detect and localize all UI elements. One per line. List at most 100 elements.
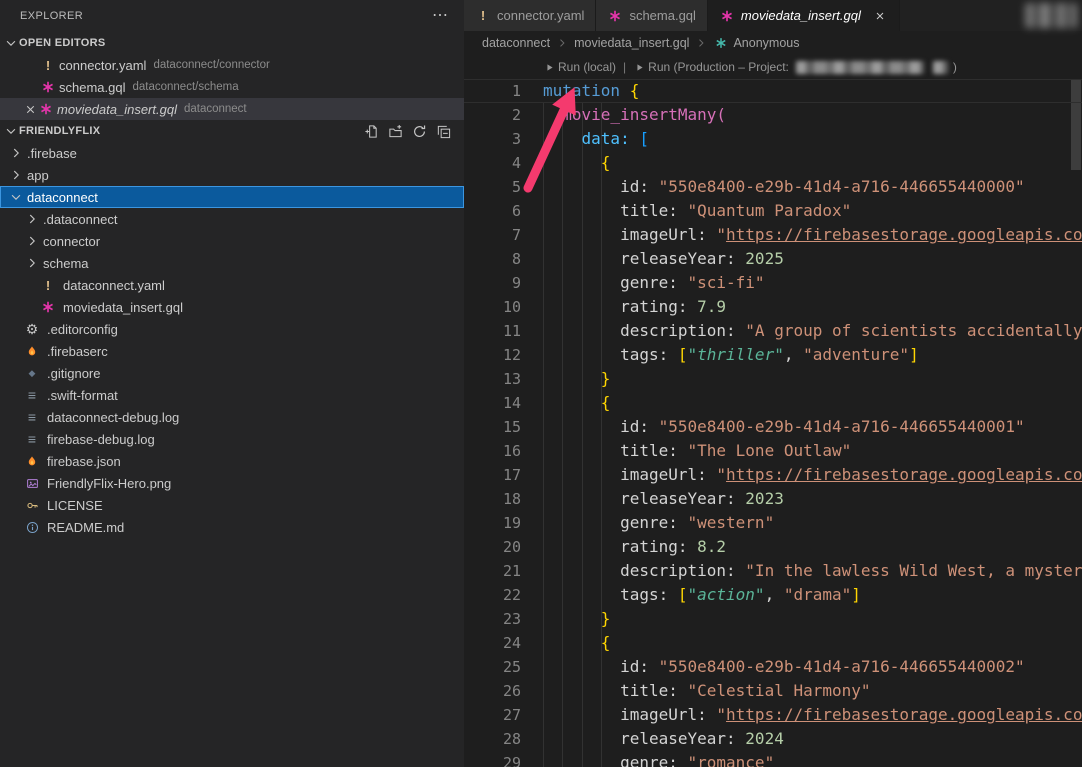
open-editors-title: OPEN EDITORS <box>19 37 106 49</box>
breadcrumb-item-dataconnect[interactable]: dataconnect <box>480 36 552 50</box>
code-line-15[interactable]: 15 id: "550e8400-e29b-41d4-a716-44665544… <box>464 415 1082 439</box>
code-line-24[interactable]: 24 { <box>464 631 1082 655</box>
line-number: 16 <box>464 439 521 463</box>
tree-item-app[interactable]: app <box>0 164 464 186</box>
tree-item-gitignore[interactable]: ◆.gitignore <box>0 362 464 384</box>
line-number: 4 <box>464 151 521 175</box>
tree-item-label: dataconnect <box>27 190 98 205</box>
tree-item-friendlyflix-hero-png[interactable]: FriendlyFlix-Hero.png <box>0 472 464 494</box>
breadcrumb-item-anonymous[interactable]: Anonymous <box>731 36 801 50</box>
open-editor-schema-gql[interactable]: schema.gql dataconnect/schema <box>0 76 464 98</box>
tree-item-label: .firebaserc <box>47 344 108 359</box>
new-folder-icon[interactable] <box>387 123 404 140</box>
tree-item-editorconfig[interactable]: ⚙.editorconfig <box>0 318 464 340</box>
code-line-11[interactable]: 11 description: "A group of scientists a… <box>464 319 1082 343</box>
codelens-run-production[interactable]: Run (Production – Project:) <box>633 60 957 74</box>
refresh-icon[interactable] <box>411 123 428 140</box>
open-editor-moviedata-insert-gql[interactable]: moviedata_insert.gql dataconnect <box>0 98 464 120</box>
code-line-16[interactable]: 16 title: "The Lone Outlaw" <box>464 439 1082 463</box>
code-line-12[interactable]: 12 tags: ["thriller", "adventure"] <box>464 343 1082 367</box>
open-editors-section-header[interactable]: OPEN EDITORS <box>0 32 464 54</box>
more-actions-icon[interactable]: ⋯ <box>432 8 448 24</box>
code-line-18[interactable]: 18 releaseYear: 2023 <box>464 487 1082 511</box>
close-tab-icon[interactable] <box>872 8 888 24</box>
code-line-8[interactable]: 8 releaseYear: 2025 <box>464 247 1082 271</box>
code-line-7[interactable]: 7 imageUrl: "https://firebasestorage.goo… <box>464 223 1082 247</box>
line-number: 23 <box>464 607 521 631</box>
vscode-window: EXPLORER ⋯ OPEN EDITORS ! connector.yaml… <box>0 0 1082 767</box>
code-line-26[interactable]: 26 title: "Celestial Harmony" <box>464 679 1082 703</box>
code-line-9[interactable]: 9 genre: "sci-fi" <box>464 271 1082 295</box>
code-line-22[interactable]: 22 tags: ["action", "drama"] <box>464 583 1082 607</box>
tab-connector-yaml[interactable]: ! connector.yaml <box>464 0 596 31</box>
workspace-title: FRIENDLYFLIX <box>19 125 100 137</box>
tree-item-license[interactable]: LICENSE <box>0 494 464 516</box>
code-line-4[interactable]: 4 { <box>464 151 1082 175</box>
code-line-13[interactable]: 13 } <box>464 367 1082 391</box>
code-line-content: } <box>543 607 610 631</box>
code-line-content: title: "Celestial Harmony" <box>543 679 871 703</box>
tree-item-label: schema <box>43 256 89 271</box>
tree-item-firebaserc[interactable]: .firebaserc <box>0 340 464 362</box>
codelens-divider: | <box>621 60 628 74</box>
workspace-section-header[interactable]: FRIENDLYFLIX <box>0 120 464 142</box>
code-line-17[interactable]: 17 imageUrl: "https://firebasestorage.go… <box>464 463 1082 487</box>
tree-item-firebase[interactable]: .firebase <box>0 142 464 164</box>
code-line-content: releaseYear: 2023 <box>543 487 784 511</box>
code-line-content: } <box>543 367 610 391</box>
warning-icon: ! <box>40 57 56 73</box>
tree-item-swift-format[interactable]: ≡.swift-format <box>0 384 464 406</box>
graphql-icon <box>607 8 623 24</box>
code-line-content: { <box>543 151 610 175</box>
tree-item-moviedata-insert-gql[interactable]: moviedata_insert.gql <box>0 296 464 318</box>
code-line-29[interactable]: 29 genre: "romance" <box>464 751 1082 767</box>
open-editors-list: ! connector.yaml dataconnect/connector s… <box>0 54 464 120</box>
tree-item-dataconnect[interactable]: dataconnect <box>0 186 464 208</box>
code-line-content: title: "The Lone Outlaw" <box>543 439 851 463</box>
line-number: 8 <box>464 247 521 271</box>
code-line-6[interactable]: 6 title: "Quantum Paradox" <box>464 199 1082 223</box>
code-line-20[interactable]: 20 rating: 8.2 <box>464 535 1082 559</box>
code-line-1[interactable]: 1mutation { <box>464 79 1082 103</box>
close-slot <box>22 57 40 73</box>
tree-item-firebase-debug-log[interactable]: ≡firebase-debug.log <box>0 428 464 450</box>
code-line-21[interactable]: 21 description: "In the lawless Wild Wes… <box>464 559 1082 583</box>
code-line-content: releaseYear: 2025 <box>543 247 784 271</box>
tree-item-label: firebase.json <box>47 454 121 469</box>
code-line-content: tags: ["thriller", "adventure"] <box>543 343 919 367</box>
code-line-content: imageUrl: "https://firebasestorage.googl… <box>543 463 1082 487</box>
play-icon <box>633 61 645 73</box>
open-editor-connector-yaml[interactable]: ! connector.yaml dataconnect/connector <box>0 54 464 76</box>
tree-item-readme-md[interactable]: README.md <box>0 516 464 538</box>
tree-item-dataconnect-debug-log[interactable]: ≡dataconnect-debug.log <box>0 406 464 428</box>
tree-item-connector[interactable]: connector <box>0 230 464 252</box>
code-line-content: data: [ <box>543 127 649 151</box>
code-line-23[interactable]: 23 } <box>464 607 1082 631</box>
tree-item-schema[interactable]: schema <box>0 252 464 274</box>
tree-item-firebase-json[interactable]: firebase.json <box>0 450 464 472</box>
collapse-all-icon[interactable] <box>435 123 452 140</box>
code-line-3[interactable]: 3 data: [ <box>464 127 1082 151</box>
code-line-19[interactable]: 19 genre: "western" <box>464 511 1082 535</box>
code-line-25[interactable]: 25 id: "550e8400-e29b-41d4-a716-44665544… <box>464 655 1082 679</box>
code-line-5[interactable]: 5 id: "550e8400-e29b-41d4-a716-446655440… <box>464 175 1082 199</box>
tree-item-dataconnect[interactable]: .dataconnect <box>0 208 464 230</box>
code-line-10[interactable]: 10 rating: 7.9 <box>464 295 1082 319</box>
code-line-content: tags: ["action", "drama"] <box>543 583 861 607</box>
codelens-run-local[interactable]: Run (local) <box>543 60 616 74</box>
code-line-content: mutation { <box>543 79 639 103</box>
line-number: 25 <box>464 655 521 679</box>
breadcrumb-item-moviedata-insert-gql[interactable]: moviedata_insert.gql <box>572 36 691 50</box>
code-line-28[interactable]: 28 releaseYear: 2024 <box>464 727 1082 751</box>
code-line-27[interactable]: 27 imageUrl: "https://firebasestorage.go… <box>464 703 1082 727</box>
line-number: 29 <box>464 751 521 767</box>
tab-moviedata-insert-gql[interactable]: moviedata_insert.gql <box>708 0 900 31</box>
new-file-icon[interactable] <box>363 123 380 140</box>
code-line-2[interactable]: 2 movie_insertMany( <box>464 103 1082 127</box>
tree-item-dataconnect-yaml[interactable]: !dataconnect.yaml <box>0 274 464 296</box>
line-number: 20 <box>464 535 521 559</box>
code-line-14[interactable]: 14 { <box>464 391 1082 415</box>
close-editor-icon[interactable] <box>22 101 38 117</box>
line-number: 7 <box>464 223 521 247</box>
tab-schema-gql[interactable]: schema.gql <box>596 0 707 31</box>
